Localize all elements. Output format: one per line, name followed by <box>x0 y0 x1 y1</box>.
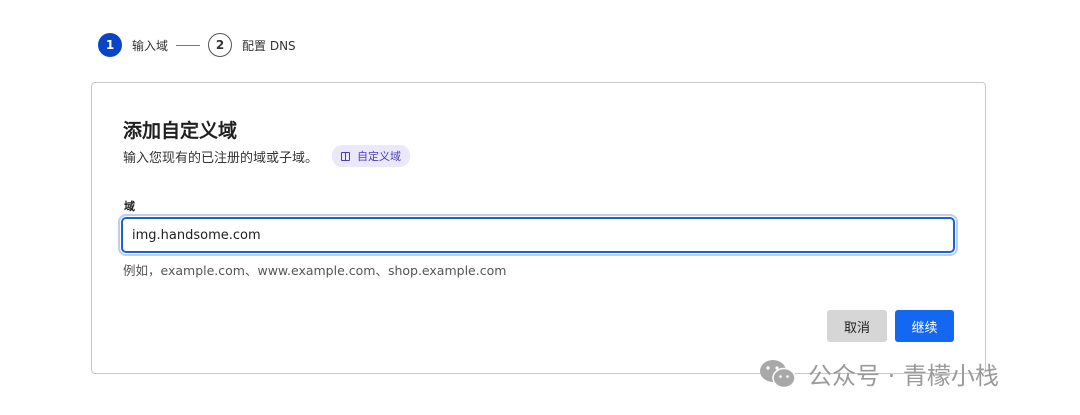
subtitle-row: 输入您现有的已注册的域或子域。 自定义域 <box>123 145 411 167</box>
add-domain-card: 添加自定义域 输入您现有的已注册的域或子域。 自定义域 域 例如，example… <box>91 82 986 374</box>
step-number-badge: 2 <box>208 33 233 57</box>
wechat-icon <box>760 359 796 388</box>
step-2[interactable]: 2 配置 DNS <box>208 33 296 57</box>
watermark-text: 公众号 · 青檬小栈 <box>808 362 999 390</box>
card-title: 添加自定义域 <box>123 120 238 142</box>
cancel-button[interactable]: 取消 <box>827 310 887 342</box>
continue-button[interactable]: 继续 <box>895 310 954 342</box>
step-label: 配置 DNS <box>242 38 296 53</box>
step-connector <box>176 44 201 46</box>
domain-field-label: 域 <box>124 200 135 213</box>
card-subtitle: 输入您现有的已注册的域或子域。 <box>123 150 319 166</box>
page: 1 输入域 2 配置 DNS 添加自定义域 输入您现有的已注册的域或子域。 自定… <box>0 0 1080 415</box>
watermark: 公众号 · 青檬小栈 <box>758 356 999 391</box>
step-label: 输入域 <box>132 38 169 53</box>
docs-link-badge[interactable]: 自定义域 <box>332 145 411 167</box>
stepper: 1 输入域 2 配置 DNS <box>98 32 296 58</box>
step-1[interactable]: 1 输入域 <box>98 33 168 57</box>
domain-help-text: 例如，example.com、www.example.com、shop.exam… <box>123 263 507 278</box>
book-icon <box>341 151 351 161</box>
step-number-badge: 1 <box>98 33 122 57</box>
docs-link-label: 自定义域 <box>357 150 402 163</box>
domain-input[interactable] <box>118 214 958 256</box>
